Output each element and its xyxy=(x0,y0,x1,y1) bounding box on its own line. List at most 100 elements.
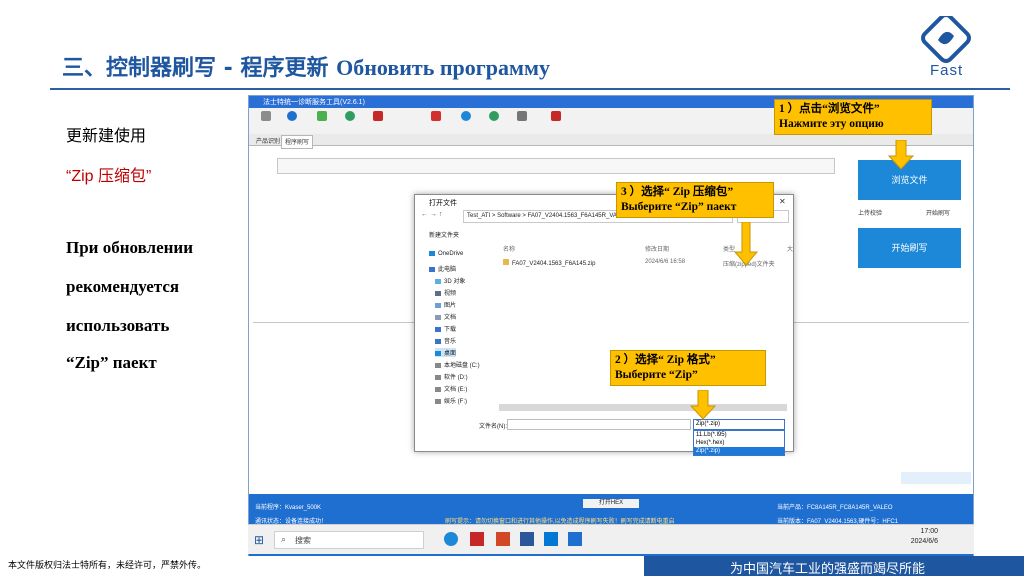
nav-drive-e[interactable]: 文档 (E:) xyxy=(435,384,467,393)
drive-icon xyxy=(435,362,441,368)
nav-documents[interactable]: 文档 xyxy=(435,312,456,321)
filename-label: 文件名(N): xyxy=(479,424,507,430)
tool-icon[interactable] xyxy=(317,111,327,121)
horizontal-scrollbar[interactable] xyxy=(499,404,787,411)
acrobat-icon[interactable] xyxy=(470,532,484,546)
callout-2-cn: 2 ）选择“ Zip 格式” xyxy=(615,354,716,366)
settings-icon[interactable] xyxy=(345,111,355,121)
status-program: 当前程序：Kvaser_500K xyxy=(255,505,322,511)
new-folder-button[interactable]: 新建文件夹 xyxy=(429,230,459,239)
drive-icon xyxy=(435,398,441,404)
nav-music[interactable]: 音乐 xyxy=(435,336,456,345)
callout-step-1: 1 ）点击“浏览文件” Нажмите эту опцию xyxy=(774,99,932,135)
left-text-line-2: “Zip 压缩包” xyxy=(66,168,152,185)
zip-folder-icon xyxy=(503,259,509,265)
tab-product-id[interactable]: 产品识别 xyxy=(253,135,283,147)
word-icon[interactable] xyxy=(520,532,534,546)
start-flash-check[interactable]: 开始刷写 xyxy=(926,208,950,217)
refresh-icon[interactable] xyxy=(517,111,527,121)
close-file-icon[interactable] xyxy=(551,111,561,121)
left-text-line-4: рекомендуется xyxy=(66,277,180,296)
nav-3d[interactable]: 3D 对象 xyxy=(435,276,465,285)
title-divider xyxy=(50,88,1010,90)
document-icon xyxy=(435,314,441,320)
globe-icon[interactable] xyxy=(489,111,499,121)
tab-flash[interactable]: 程序刷写 xyxy=(281,135,314,149)
lang-switch[interactable] xyxy=(901,472,971,484)
taskbar-search-label: 搜索 xyxy=(295,536,311,545)
windows-taskbar: ⊞ ⌕ 搜索 17:00 2024/6/6 xyxy=(248,524,974,554)
nav-onedrive[interactable]: OneDrive xyxy=(429,251,463,257)
file-date: 2024/6/6 16:58 xyxy=(645,259,686,265)
logo-text: Fast xyxy=(930,62,964,79)
left-text-line-3: При обновлении xyxy=(66,238,194,257)
file-row[interactable]: FA07_V2404.1563_F6A145.zip xyxy=(503,259,595,267)
download-icon[interactable] xyxy=(431,111,441,121)
download-icon xyxy=(435,326,441,332)
pdf-icon[interactable] xyxy=(373,111,383,121)
column-name[interactable]: 名称 xyxy=(503,244,515,253)
filename-input[interactable] xyxy=(507,419,691,430)
vscode-icon[interactable] xyxy=(544,532,558,546)
upload-verify-check[interactable]: 上传校验 xyxy=(858,208,882,217)
left-text-line-1: 更新建使用 xyxy=(66,128,147,145)
drive-icon xyxy=(435,374,441,380)
slide-title-cn: 三、控制器刷写 - 程序更新 xyxy=(62,56,329,81)
callout-3-cn: 3 ）选择“ Zip 压缩包” xyxy=(621,186,734,198)
filetype-option-l95[interactable]: 11.Lb(*.l95) xyxy=(694,431,784,439)
drive-icon xyxy=(435,386,441,392)
callout-1-cn: 1 ）点击“浏览文件” xyxy=(779,103,880,115)
nav-pictures[interactable]: 图片 xyxy=(435,300,456,309)
back-icon[interactable] xyxy=(261,111,271,121)
filetype-option-zip[interactable]: Zip(*.zip) xyxy=(694,447,784,455)
app-taskbar-icon[interactable] xyxy=(568,532,582,546)
nav-this-pc[interactable]: 此电脑 xyxy=(429,264,456,273)
status-product: 当前产品：FC8A145R_FC8A145R_VALEO xyxy=(777,505,893,511)
help-icon[interactable] xyxy=(461,111,471,121)
start-flash-button[interactable]: 开始刷写 xyxy=(858,228,961,268)
footer-slogan: 为中国汽车工业的强盛而竭尽所能 xyxy=(730,562,926,577)
windows-start-icon[interactable]: ⊞ xyxy=(254,533,264,547)
dialog-title: 打开文件 xyxy=(429,200,457,207)
close-icon[interactable]: ✕ xyxy=(779,197,786,206)
arrow-down-icon xyxy=(888,140,914,170)
edge-icon[interactable] xyxy=(444,532,458,546)
powerpoint-icon[interactable] xyxy=(496,532,510,546)
filetype-option-hex[interactable]: Hex(*.hex) xyxy=(694,439,784,447)
slide-title-ru: Обновить программу xyxy=(336,55,550,80)
slide-title: 三、控制器刷写 - 程序更新 Обновить программу xyxy=(62,50,550,82)
callout-step-3: 3 ）选择“ Zip 压缩包” Выберите “Zip” паект xyxy=(616,182,774,218)
nav-drive-c[interactable]: 本地磁盘 (C:) xyxy=(435,360,480,369)
callout-step-2: 2 ）选择“ Zip 格式” Выберите “Zip” xyxy=(610,350,766,386)
cube-icon xyxy=(435,278,441,284)
app-tabbar: 产品识别 程序刷写 xyxy=(249,134,973,149)
file-name: FA07_V2404.1563_F6A145.zip xyxy=(512,261,596,267)
progress-field xyxy=(277,158,835,174)
arrow-down-icon xyxy=(690,390,716,420)
column-date[interactable]: 修改日期 xyxy=(645,244,669,253)
callout-1-ru: Нажмите эту опцию xyxy=(779,118,884,130)
nav-arrows-icon[interactable]: ← → ↑ xyxy=(421,211,442,218)
info-icon[interactable] xyxy=(287,111,297,121)
cloud-icon xyxy=(429,251,435,256)
video-icon xyxy=(435,290,441,296)
pc-icon xyxy=(429,266,435,272)
desktop-icon xyxy=(435,350,441,356)
app-title: 法士特统一诊断服务工具(V2.6.1) xyxy=(263,99,365,106)
copyright-notice: 本文件版权归法士特所有，未经许可，严禁外传。 xyxy=(8,560,207,570)
nav-drive-f[interactable]: 娱乐 (F:) xyxy=(435,396,467,405)
taskbar-search[interactable]: ⌕ 搜索 xyxy=(274,531,424,549)
column-size[interactable]: 大 xyxy=(787,244,793,253)
arrow-down-icon xyxy=(734,222,758,266)
callout-3-ru: Выберите “Zip” паект xyxy=(621,201,737,213)
nav-downloads[interactable]: 下载 xyxy=(435,324,456,333)
open-hex-button[interactable]: 打开HEX xyxy=(583,499,639,508)
taskbar-time: 17:00 xyxy=(920,528,938,535)
nav-drive-d[interactable]: 软件 (D:) xyxy=(435,372,468,381)
nav-videos[interactable]: 视频 xyxy=(435,288,456,297)
nav-desktop[interactable]: 桌面 xyxy=(435,348,457,357)
callout-2-ru: Выберите “Zip” xyxy=(615,369,698,381)
search-icon: ⌕ xyxy=(281,534,287,544)
filetype-select[interactable]: Zip(*.zip) xyxy=(693,419,785,430)
left-text-line-6: “Zip” паект xyxy=(66,353,157,372)
